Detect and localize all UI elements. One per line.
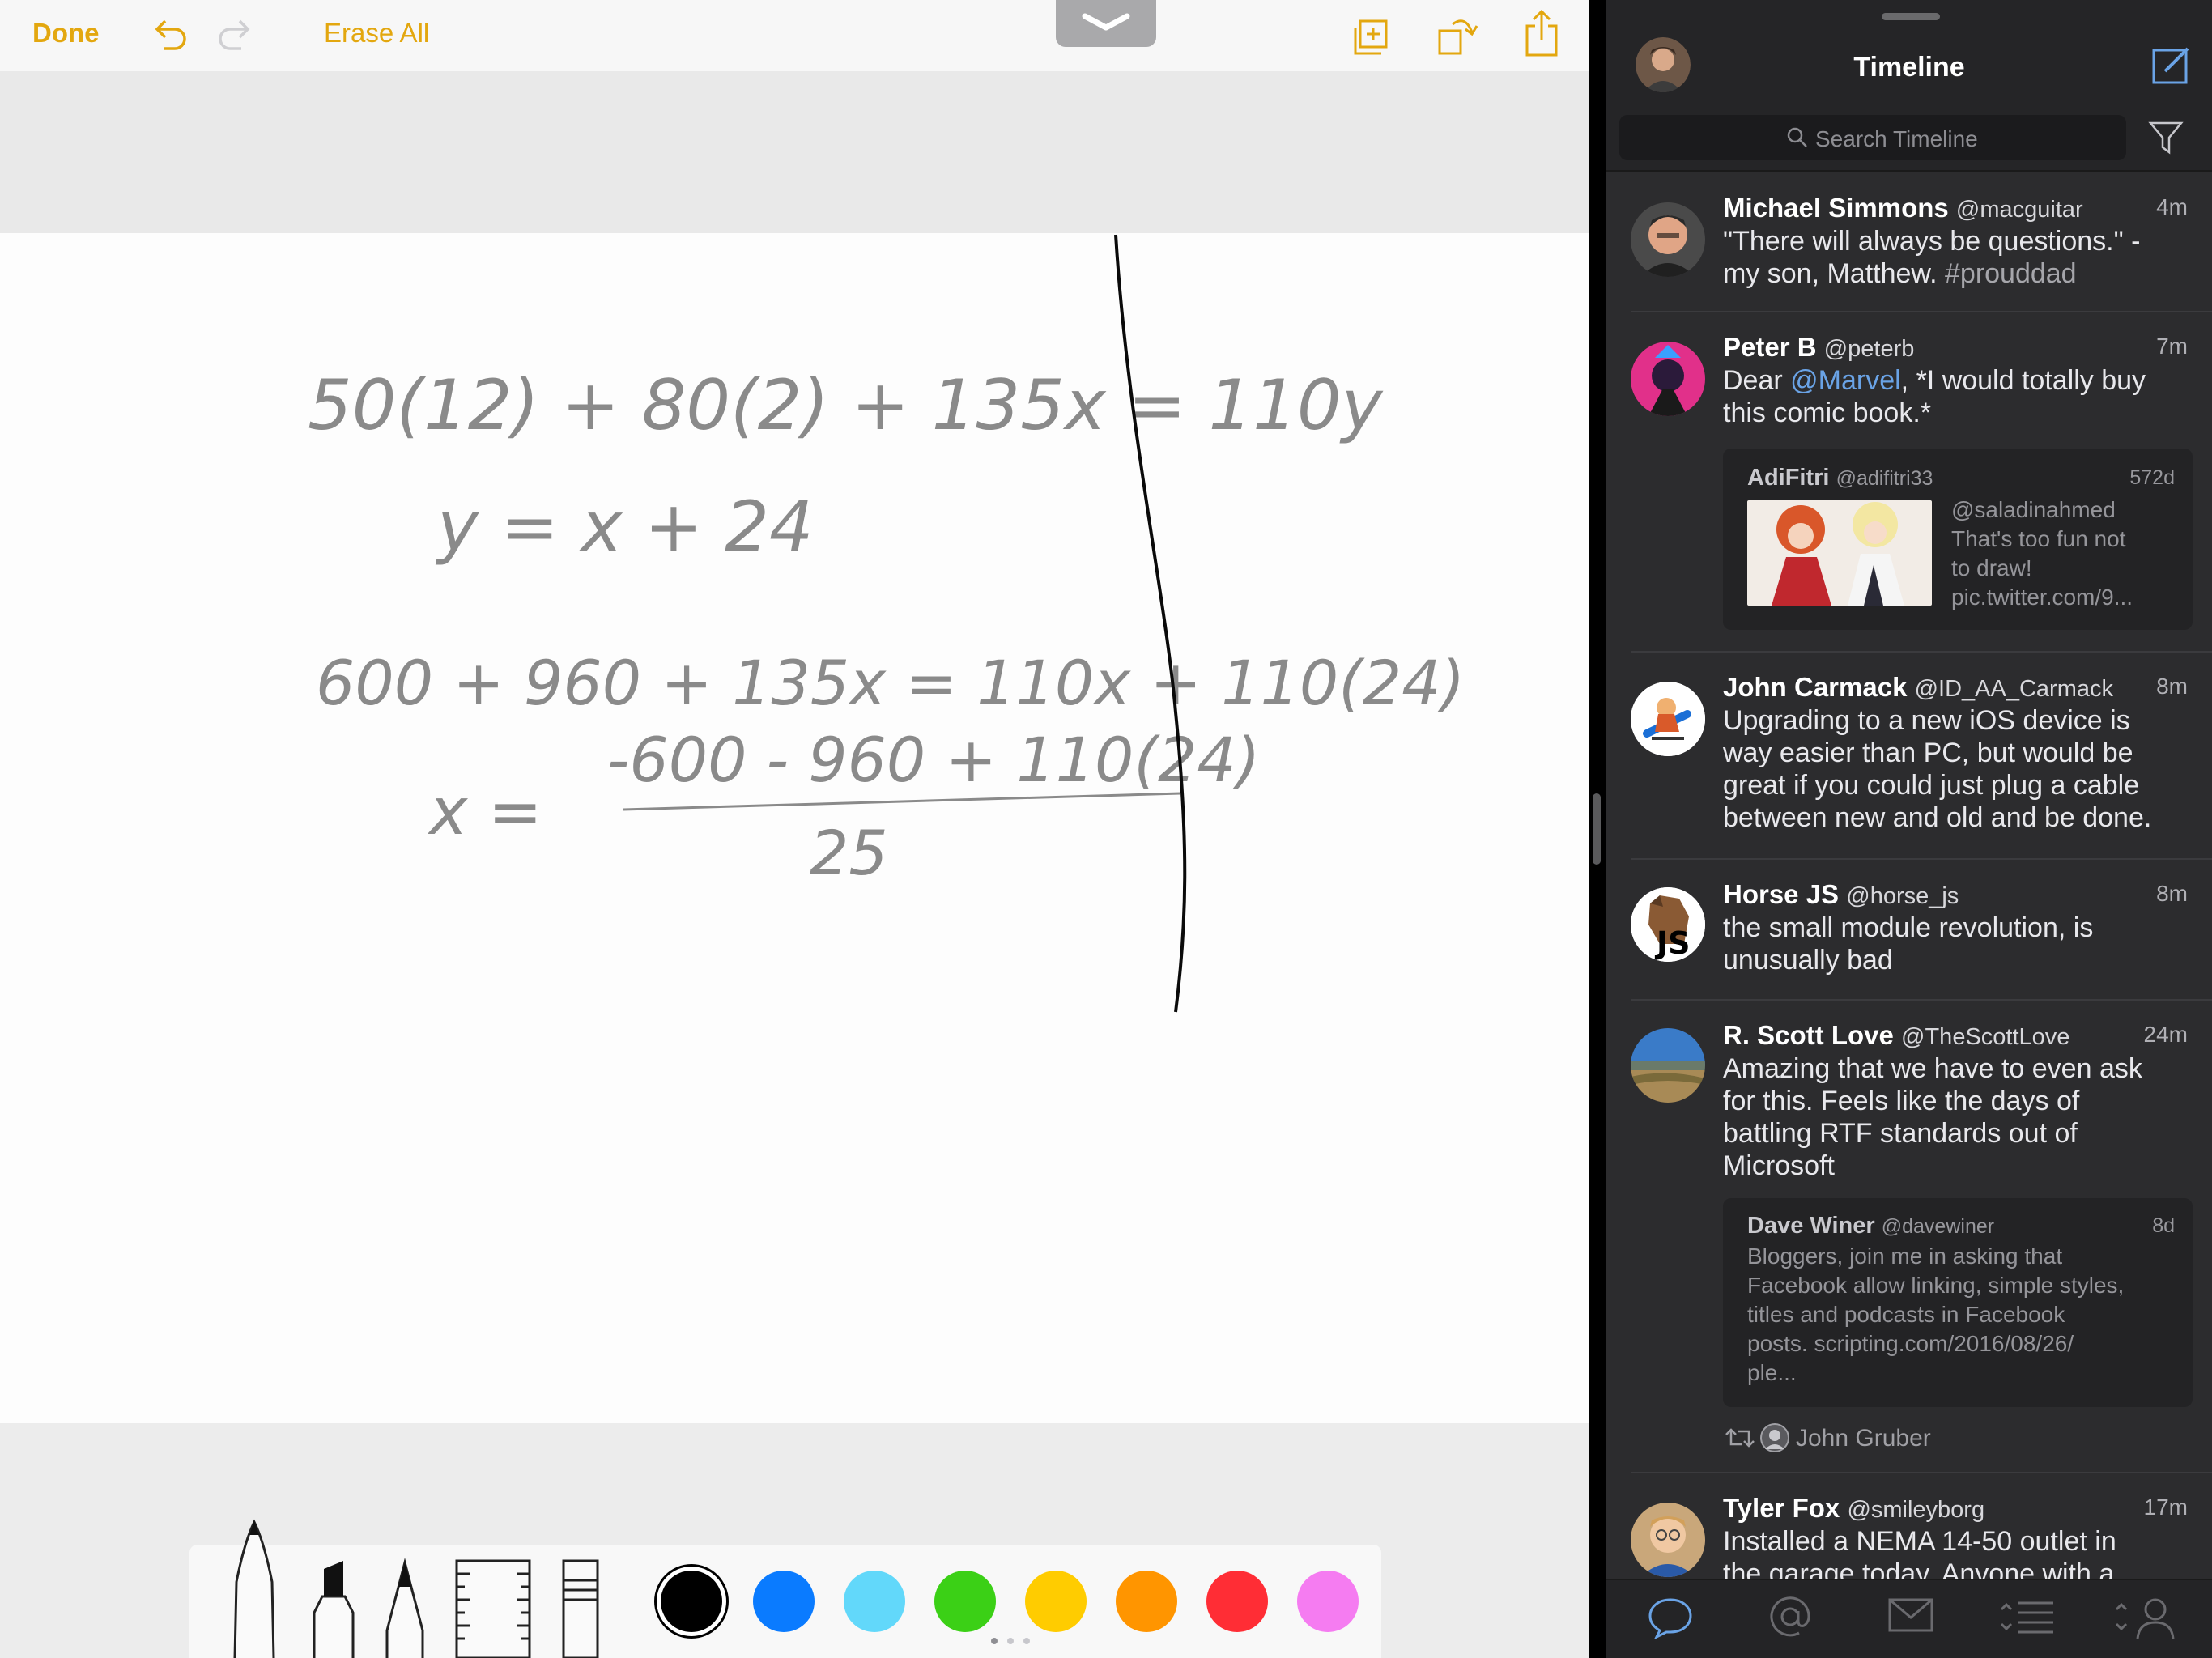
chevron-down-icon [1082, 13, 1130, 31]
quoted-author: Dave Winer @davewiner [1747, 1213, 1995, 1239]
timeline-pane: Timeline Search Timeline Michael Simmons… [1606, 0, 2212, 1658]
share-icon[interactable] [1522, 8, 1561, 58]
pencil-tool[interactable] [381, 1558, 429, 1658]
timeline-tab[interactable] [1647, 1595, 1694, 1639]
tweet-author[interactable]: Peter B @peterb [1723, 332, 1914, 363]
tab-bar [1606, 1579, 2212, 1658]
color-swatch-black[interactable] [661, 1571, 722, 1632]
quoted-text: @saladinahmed That's too fun not to draw… [1951, 497, 2133, 610]
tweet-avatar[interactable] [1631, 1028, 1705, 1103]
tweet-author[interactable]: Michael Simmons @macguitar [1723, 193, 2083, 223]
tweet-text: Dear @Marvel, *I would totally buy this … [1723, 365, 2146, 428]
search-icon [1787, 127, 1807, 147]
redo-icon[interactable] [215, 16, 254, 53]
quoted-author: AdiFitri @adifitri33 [1747, 465, 1933, 491]
tweet-avatar[interactable] [1631, 1503, 1705, 1577]
erase-all-button[interactable]: Erase All [324, 18, 429, 49]
tweet-row[interactable]: JS Horse JS @horse_js 8m the small modul… [1606, 860, 2212, 1001]
canvas-top-margin [0, 71, 1589, 233]
color-swatch-pink[interactable] [1297, 1571, 1359, 1632]
profile-tab[interactable] [2113, 1595, 2181, 1640]
hashtag-link[interactable]: #prouddad [1945, 258, 2077, 289]
compose-icon[interactable] [2150, 44, 2193, 86]
search-timeline-input[interactable]: Search Timeline [1619, 115, 2126, 160]
page-dots-indicator [991, 1638, 1030, 1644]
tweet-text: "There will always be questions." - my s… [1723, 226, 2141, 289]
tweet-time: 8m [2156, 674, 2188, 699]
tweet-time: 24m [2143, 1022, 2188, 1047]
tweet-author[interactable]: Tyler Fox @smileyborg [1723, 1493, 1984, 1524]
retweeter-avatar [1760, 1423, 1789, 1452]
sketch-toolbar: Done Erase All [0, 0, 1589, 71]
quoted-text: Bloggers, join me in asking that Faceboo… [1747, 1244, 2125, 1385]
pen-tool[interactable] [227, 1517, 283, 1658]
undo-icon[interactable] [151, 16, 189, 53]
svg-text:JS: JS [1654, 925, 1691, 961]
tweet-author[interactable]: Horse JS @horse_js [1723, 879, 1959, 910]
tweet-avatar[interactable] [1631, 202, 1705, 277]
tweet-time: 8m [2156, 881, 2188, 906]
add-page-icon[interactable] [1352, 18, 1391, 57]
tweet-row[interactable]: R. Scott Love @TheScottLove 24m Amazing … [1606, 1001, 2212, 1473]
color-swatch-yellow[interactable] [1025, 1571, 1087, 1632]
split-view-grip[interactable] [1593, 793, 1601, 865]
tweet-time: 4m [2156, 194, 2188, 219]
retweeter-name: John Gruber [1796, 1425, 1931, 1452]
color-swatch-blue[interactable] [753, 1571, 815, 1632]
marker-tool[interactable] [309, 1558, 358, 1658]
search-placeholder: Search Timeline [1815, 126, 1978, 151]
rotate-icon[interactable] [1436, 11, 1480, 57]
tweet-author[interactable]: John Carmack @ID_AA_Carmack [1723, 672, 2113, 703]
timeline-title: Timeline [1853, 52, 1965, 83]
quoted-media-thumbnail[interactable] [1747, 500, 1932, 606]
color-swatch-red[interactable] [1206, 1571, 1268, 1632]
tweet-text: Upgrading to a new iOS device is way eas… [1723, 705, 2152, 833]
messages-tab[interactable] [1887, 1595, 1935, 1635]
done-button[interactable]: Done [32, 18, 100, 49]
retweet-icon [1725, 1428, 1755, 1448]
collapse-handle[interactable] [1056, 0, 1156, 47]
tweet-row[interactable]: John Carmack @ID_AA_Carmack 8m Upgrading… [1606, 653, 2212, 860]
mention-link[interactable]: @Marvel [1790, 365, 1901, 396]
color-swatch-green[interactable] [934, 1571, 996, 1632]
tweet-avatar[interactable] [1631, 342, 1705, 416]
lists-tab[interactable] [1998, 1595, 2057, 1639]
tweet-row[interactable]: Michael Simmons @macguitar 4m "There wil… [1606, 173, 2212, 312]
color-swatch-orange[interactable] [1116, 1571, 1177, 1632]
timeline-header: Timeline Search Timeline [1606, 0, 2212, 172]
quoted-time: 8d [2152, 1214, 2175, 1237]
mentions-tab[interactable] [1768, 1595, 1812, 1639]
quoted-tweet[interactable]: AdiFitri @adifitri33 572d @saladinahmed … [1723, 449, 2193, 630]
color-swatch-light-blue[interactable] [844, 1571, 905, 1632]
eraser-tool[interactable] [560, 1558, 601, 1658]
tweet-text: the small module revolution, is unusuall… [1723, 912, 2094, 976]
tweet-avatar[interactable]: JS [1631, 887, 1705, 962]
tweet-avatar[interactable] [1631, 682, 1705, 756]
drawing-canvas[interactable] [0, 233, 1589, 1423]
tweet-time: 7m [2156, 334, 2188, 359]
drag-handle[interactable] [1882, 13, 1940, 20]
quoted-time: 572d [2129, 466, 2175, 489]
tweet-text: Amazing that we have to even ask for thi… [1723, 1053, 2142, 1181]
tweet-row[interactable]: Peter B @peterb 7m Dear @Marvel, *I woul… [1606, 312, 2212, 653]
tweet-author[interactable]: R. Scott Love @TheScottLove [1723, 1020, 2069, 1051]
filter-icon[interactable] [2147, 118, 2184, 157]
tweet-text: Installed a NEMA 14-50 outlet in the gar… [1723, 1526, 2116, 1579]
tweet-row[interactable]: Tyler Fox @smileyborg 17m Installed a NE… [1606, 1473, 2212, 1579]
ruler-tool[interactable] [453, 1558, 533, 1658]
tweet-time: 17m [2143, 1494, 2188, 1520]
quoted-tweet[interactable]: Dave Winer @davewiner 8d Bloggers, join … [1723, 1198, 2193, 1407]
notes-sketch-pane: Done Erase All 50(12) + 80(2) + 135x = 1… [0, 0, 1589, 1658]
